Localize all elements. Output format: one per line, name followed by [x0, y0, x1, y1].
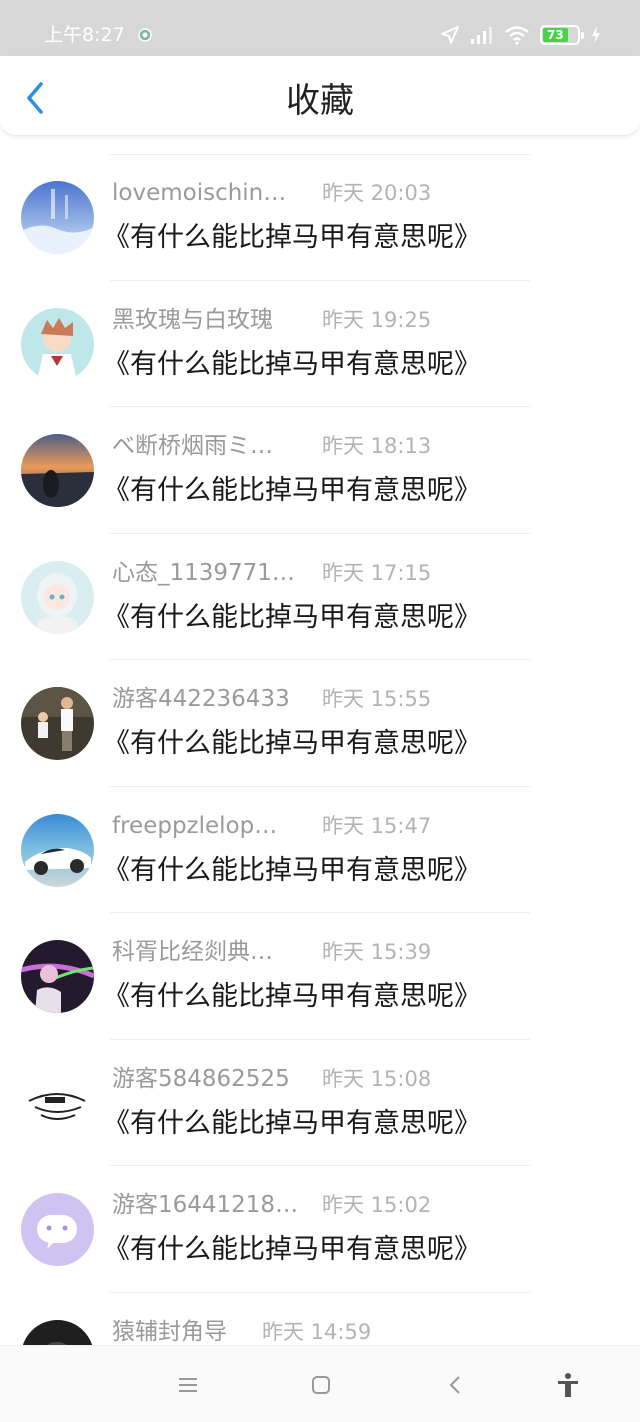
- item-title[interactable]: 《有什么能比掉马甲有意思呢》: [103, 347, 481, 383]
- list-item[interactable]: 游客16441218… 昨天 15:02 《有什么能比掉马甲有意思呢》: [0, 1166, 640, 1293]
- username: freeppzlelop…: [112, 812, 278, 839]
- notification-icon: [138, 28, 152, 42]
- status-time: 上午8:27: [44, 24, 125, 46]
- username: 科胥比经剡典…: [112, 939, 273, 965]
- chevron-left-icon: [27, 82, 43, 114]
- status-icons: 73: [440, 22, 602, 48]
- username: 游客584862525: [112, 1065, 290, 1092]
- item-time: 昨天 15:55: [322, 687, 432, 711]
- username: 心态_1139771…: [112, 559, 295, 586]
- list-item[interactable]: べ断桥烟雨ミ… 昨天 18:13 《有什么能比掉马甲有意思呢》: [0, 407, 640, 534]
- item-title[interactable]: 《有什么能比掉马甲有意思呢》: [103, 1232, 481, 1268]
- accessibility-button[interactable]: [553, 1370, 583, 1400]
- list-item[interactable]: 科胥比经剡典… 昨天 15:39 《有什么能比掉马甲有意思呢》: [0, 913, 640, 1040]
- list-item[interactable]: 黑玫瑰与白玫瑰 昨天 19:25 《有什么能比掉马甲有意思呢》: [0, 281, 640, 407]
- avatar[interactable]: [21, 687, 94, 760]
- item-title[interactable]: 《有什么能比掉马甲有意思呢》: [103, 726, 481, 762]
- item-time: 昨天 15:02: [322, 1193, 432, 1217]
- item-time: 昨天 17:15: [322, 560, 432, 585]
- avatar[interactable]: [21, 1066, 94, 1140]
- back-button[interactable]: [18, 78, 52, 118]
- username: 猿辅封角导: [112, 1318, 227, 1345]
- nav-back-button[interactable]: [440, 1370, 470, 1400]
- back-icon: [450, 1376, 460, 1394]
- item-time: 昨天 15:39: [322, 940, 432, 964]
- favorites-list: lovemoischin… 昨天 20:03 《有什么能比掉马甲有意思呢》 黑玫…: [0, 154, 640, 1419]
- item-title[interactable]: 《有什么能比掉马甲有意思呢》: [103, 979, 481, 1015]
- location-icon: [441, 26, 459, 44]
- avatar[interactable]: [21, 434, 94, 507]
- avatar[interactable]: [21, 940, 94, 1013]
- list-item[interactable]: freeppzlelop… 昨天 15:47 《有什么能比掉马甲有意思呢》: [0, 787, 640, 913]
- username: 游客442236433: [112, 686, 290, 712]
- item-time: 昨天 19:25: [322, 307, 432, 332]
- menu-icon: [179, 1378, 197, 1392]
- avatar[interactable]: [21, 307, 94, 381]
- item-title[interactable]: 《有什么能比掉马甲有意思呢》: [103, 853, 481, 889]
- avatar[interactable]: [21, 813, 94, 887]
- signal-icon: [471, 27, 492, 44]
- navigation-bar: [0, 1345, 640, 1422]
- list-item[interactable]: 游客584862525 昨天 15:08 《有什么能比掉马甲有意思呢》: [0, 1040, 640, 1166]
- wifi-icon: [505, 26, 529, 45]
- home-icon: [312, 1376, 330, 1394]
- battery-fill: 73: [543, 28, 568, 42]
- item-time: 昨天 18:13: [322, 434, 432, 458]
- item-time: 昨天 15:47: [322, 813, 432, 838]
- home-button[interactable]: [306, 1370, 336, 1400]
- avatar[interactable]: [21, 560, 94, 634]
- item-title[interactable]: 《有什么能比掉马甲有意思呢》: [103, 220, 481, 256]
- username: 游客16441218…: [112, 1192, 299, 1218]
- accessibility-icon: [558, 1373, 578, 1397]
- status-bar: 上午8:27 73: [0, 0, 640, 56]
- list-item[interactable]: 心态_1139771… 昨天 17:15 《有什么能比掉马甲有意思呢》: [0, 534, 640, 660]
- item-title[interactable]: 《有什么能比掉马甲有意思呢》: [103, 600, 481, 636]
- item-title[interactable]: 《有什么能比掉马甲有意思呢》: [103, 473, 481, 509]
- item-time: 昨天 14:59: [262, 1319, 372, 1344]
- header: 收藏: [0, 56, 640, 136]
- username: lovemoischin…: [112, 180, 287, 206]
- username: 黑玫瑰与白玫瑰: [112, 306, 273, 333]
- avatar[interactable]: [21, 1193, 94, 1266]
- avatar[interactable]: [21, 181, 94, 254]
- menu-button[interactable]: [173, 1370, 203, 1400]
- list-item[interactable]: lovemoischin… 昨天 20:03 《有什么能比掉马甲有意思呢》: [0, 154, 640, 281]
- item-time: 昨天 15:08: [322, 1066, 432, 1091]
- item-time: 昨天 20:03: [322, 181, 432, 205]
- page-title: 收藏: [286, 81, 354, 121]
- battery-icon: 73: [540, 25, 584, 45]
- username: べ断桥烟雨ミ…: [112, 433, 273, 459]
- battery-level: 73: [547, 28, 564, 42]
- item-title[interactable]: 《有什么能比掉马甲有意思呢》: [103, 1106, 481, 1142]
- charging-icon: [592, 26, 600, 44]
- list-item[interactable]: 游客442236433 昨天 15:55 《有什么能比掉马甲有意思呢》: [0, 660, 640, 787]
